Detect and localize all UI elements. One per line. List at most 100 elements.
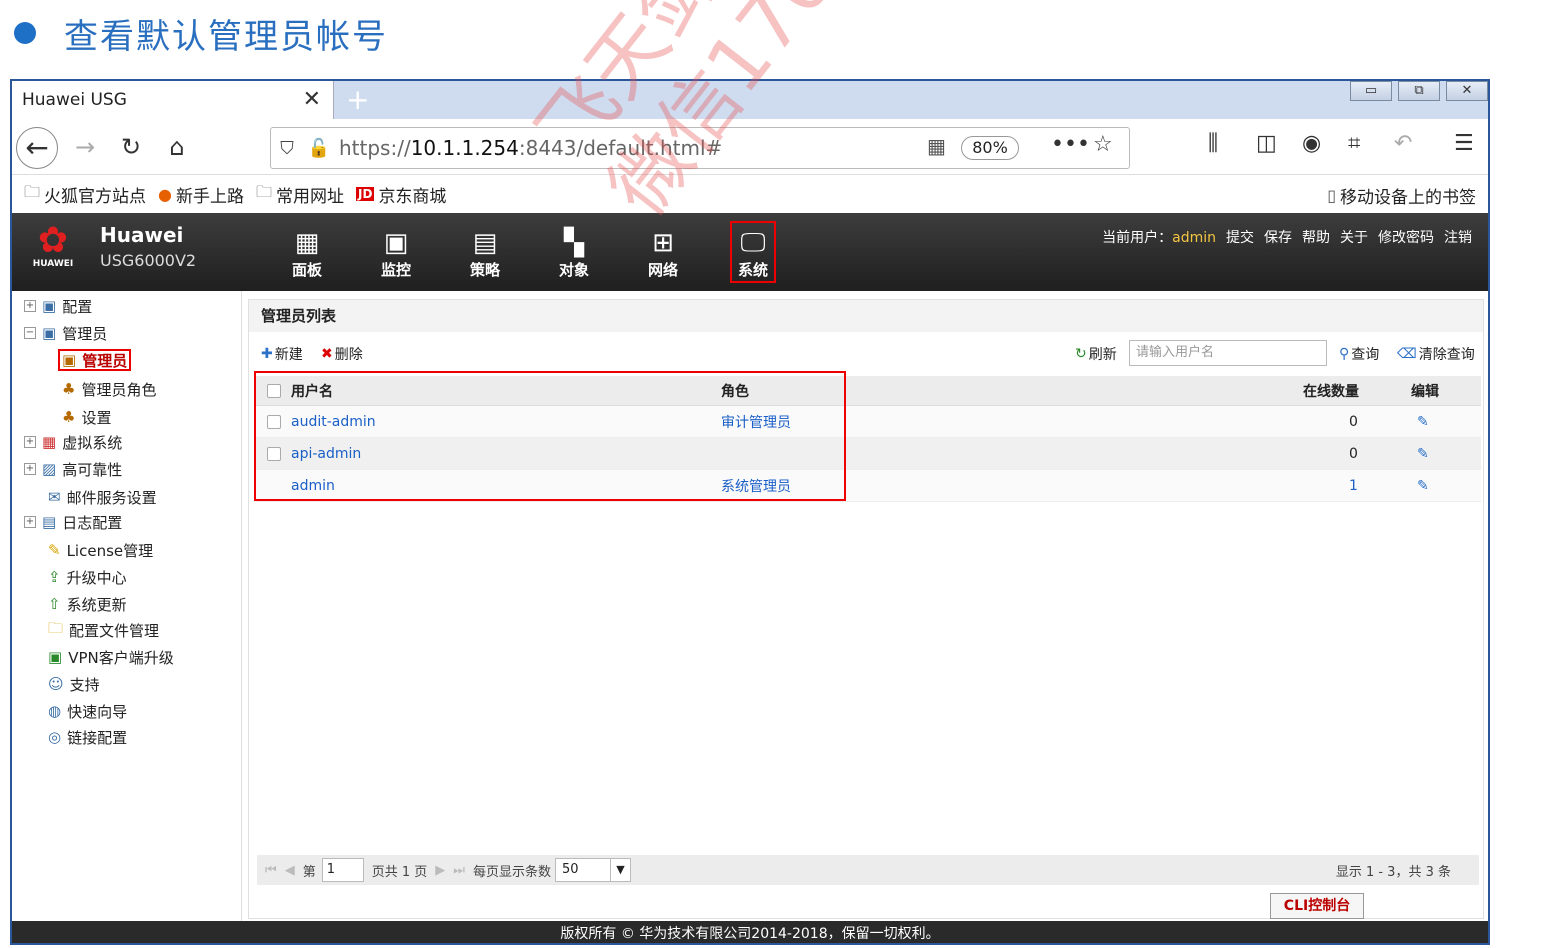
reload-icon[interactable]: ↻: [110, 127, 152, 169]
bookmark-star-icon[interactable]: ☆: [1093, 132, 1113, 157]
sidebar-item-config[interactable]: + ▣ 配置: [24, 295, 92, 317]
username-link[interactable]: admin: [291, 470, 335, 501]
expand-icon[interactable]: +: [24, 463, 36, 475]
cli-console-button[interactable]: CLI控制台: [1270, 893, 1364, 919]
ha-icon: ▨: [42, 460, 57, 478]
bookmark-item[interactable]: 🗀 常用网址: [256, 181, 344, 208]
module-object[interactable]: ▚ 对象: [551, 227, 597, 280]
clear-query-button[interactable]: ⌫ 清除查询: [1397, 344, 1475, 364]
expand-icon[interactable]: +: [24, 436, 36, 448]
sidebar-item-log[interactable]: + ▤ 日志配置: [24, 511, 122, 533]
username-link[interactable]: audit-admin: [291, 406, 376, 437]
prev-page-icon[interactable]: ◀: [285, 863, 295, 878]
logo-word: HUAWEI: [32, 259, 74, 269]
edit-icon[interactable]: ✎: [1417, 470, 1429, 501]
refresh-button[interactable]: ↻ 刷新: [1075, 344, 1117, 364]
online-count[interactable]: 1: [1349, 470, 1358, 501]
browser-tab[interactable]: Huawei USG ✕: [12, 81, 334, 119]
table-row[interactable]: api-admin 0 ✎: [255, 438, 1481, 470]
username-search-input[interactable]: 请输入用户名: [1129, 340, 1327, 366]
module-system[interactable]: 🖵 系统: [730, 221, 776, 283]
sidebar-item-vsys[interactable]: + ▦ 虚拟系统: [24, 431, 122, 453]
edit-icon[interactable]: ✎: [1417, 406, 1429, 437]
collapse-icon[interactable]: −: [24, 327, 36, 339]
module-policy[interactable]: ▤ 策略: [462, 227, 508, 280]
module-label: 对象: [558, 261, 589, 279]
forward-icon[interactable]: →: [64, 127, 106, 169]
bookmark-item[interactable]: 🗀 火狐官方站点: [24, 181, 146, 208]
column-role[interactable]: 角色: [721, 376, 749, 405]
query-label: 查询: [1351, 347, 1380, 363]
sidebar-item-wizard[interactable]: ◍ 快速向导: [48, 700, 127, 722]
chevron-down-icon[interactable]: ▼: [609, 859, 630, 881]
last-page-icon[interactable]: ⏭: [453, 863, 465, 878]
undo-icon[interactable]: ↶: [1394, 131, 1412, 156]
edit-icon[interactable]: ✎: [1417, 438, 1429, 469]
new-button[interactable]: ✚ 新建: [261, 344, 303, 364]
next-page-icon[interactable]: ▶: [435, 863, 445, 878]
header-link-submit[interactable]: 提交: [1226, 227, 1254, 247]
table-row[interactable]: audit-admin 审计管理员 0 ✎: [255, 406, 1481, 438]
column-username[interactable]: 用户名: [291, 376, 333, 405]
url-bar[interactable]: ⛉ 🔓 https:// 10.1.1.254 :8443/default.ht…: [270, 127, 1130, 169]
header-link-save[interactable]: 保存: [1264, 227, 1292, 247]
username-link[interactable]: api-admin: [291, 438, 361, 469]
header-link-logout[interactable]: 注销: [1444, 227, 1472, 247]
sidebar-item-ha[interactable]: + ▨ 高可靠性: [24, 458, 122, 480]
qr-code-icon[interactable]: ▦: [927, 134, 946, 158]
minimize-button[interactable]: ▭: [1350, 81, 1392, 101]
expand-icon[interactable]: +: [24, 300, 36, 312]
delete-button[interactable]: ✖ 删除: [321, 344, 363, 364]
sidebar-item-admin[interactable]: ▣ 管理员: [58, 349, 132, 371]
header-link-about[interactable]: 关于: [1340, 227, 1368, 247]
zoom-level[interactable]: 80%: [961, 136, 1019, 160]
sidebar-item-update[interactable]: ⇧ 系统更新: [48, 593, 127, 615]
screenshot-icon[interactable]: ⌗: [1348, 131, 1360, 156]
row-checkbox[interactable]: [267, 438, 281, 469]
home-icon[interactable]: ⌂: [156, 127, 198, 169]
module-dashboard[interactable]: ▦ 面板: [284, 227, 330, 280]
sidebar-item-link-config[interactable]: ◎ 链接配置: [48, 726, 127, 748]
row-checkbox[interactable]: [267, 406, 281, 437]
sidebar-item-admin-role[interactable]: ♣ 管理员角色: [62, 378, 156, 400]
per-page-select[interactable]: 50 ▼: [554, 858, 631, 882]
query-button[interactable]: ⚲ 查询: [1339, 344, 1379, 364]
sidebar-item-config-file[interactable]: 🗀 配置文件管理: [48, 619, 159, 641]
library-icon[interactable]: ⫼: [1208, 131, 1218, 156]
header-link-change-password[interactable]: 修改密码: [1378, 227, 1434, 247]
role-link[interactable]: 系统管理员: [721, 470, 791, 501]
lock-warning-icon[interactable]: 🔓: [303, 138, 335, 159]
column-online[interactable]: 在线数量: [1303, 376, 1359, 405]
bookmark-item[interactable]: JD 京东商城: [356, 182, 446, 207]
mobile-bookmarks[interactable]: ▯ 移动设备上的书签: [1327, 183, 1476, 208]
close-window-button[interactable]: ✕: [1446, 81, 1488, 101]
bookmark-item[interactable]: ● 新手上路: [158, 182, 244, 207]
role-link[interactable]: 审计管理员: [721, 406, 791, 437]
more-actions-icon[interactable]: •••: [1051, 132, 1090, 157]
sidebar-icon[interactable]: ◫: [1256, 131, 1277, 156]
select-all-checkbox[interactable]: [267, 376, 281, 405]
sidebar-item-license[interactable]: ✎ License管理: [48, 539, 153, 561]
page-number-input[interactable]: 1: [321, 858, 364, 882]
close-tab-icon[interactable]: ✕: [303, 87, 321, 112]
first-page-icon[interactable]: ⏮: [265, 863, 277, 878]
header-link-help[interactable]: 帮助: [1302, 227, 1330, 247]
shield-icon[interactable]: ⛉: [271, 138, 303, 159]
current-user-prefix: 当前用户：: [1102, 230, 1173, 246]
sidebar-item-upgrade[interactable]: ⇪ 升级中心: [48, 566, 127, 588]
expand-icon[interactable]: +: [24, 516, 36, 528]
table-row[interactable]: admin 系统管理员 1 ✎: [255, 470, 1481, 502]
sidebar-item-support[interactable]: ☺ 支持: [48, 673, 100, 695]
account-icon[interactable]: ◉: [1302, 131, 1321, 156]
sidebar-item-settings[interactable]: ♣ 设置: [62, 406, 111, 428]
new-tab-button[interactable]: +: [346, 83, 369, 116]
menu-icon[interactable]: ☰: [1454, 131, 1474, 156]
module-monitor[interactable]: ▣ 监控: [373, 227, 419, 280]
back-icon[interactable]: ←: [16, 127, 58, 169]
sidebar-item-mail[interactable]: ✉ 邮件服务设置: [48, 486, 157, 508]
module-network[interactable]: ⊞ 网络: [640, 227, 686, 280]
sidebar-item-admin-group[interactable]: − ▣ 管理员: [24, 322, 107, 344]
maximize-button[interactable]: ⧉: [1398, 81, 1440, 101]
page-total: 页共 1 页: [371, 864, 428, 880]
sidebar-item-vpn-client[interactable]: ▣ VPN客户端升级: [48, 646, 174, 668]
